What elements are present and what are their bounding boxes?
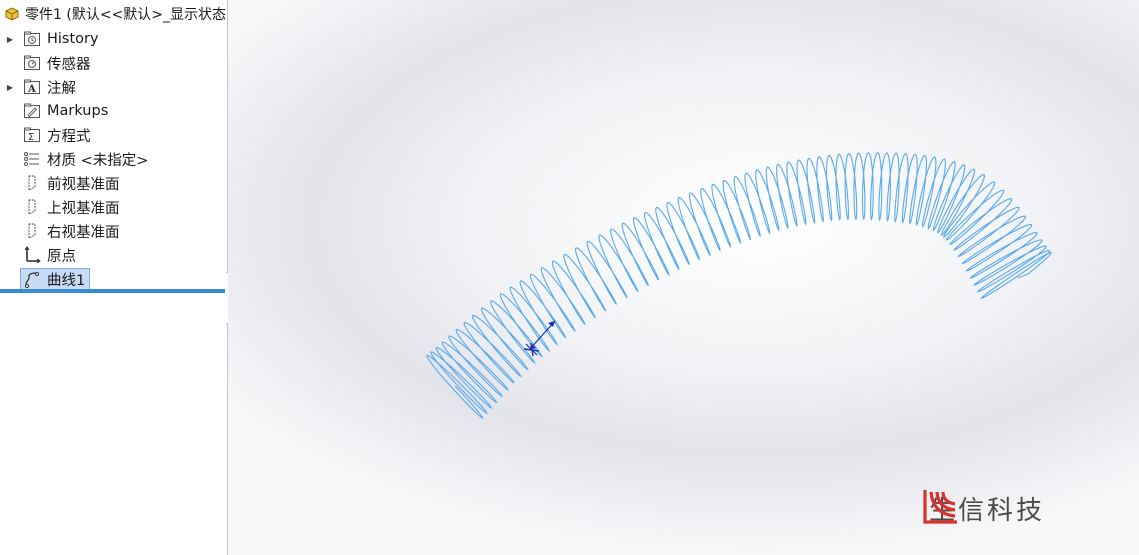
tree-item-top-plane[interactable]: 上视基准面 xyxy=(0,195,227,219)
tree-item-history[interactable]: ▶ History xyxy=(0,27,227,51)
helix-curve[interactable] xyxy=(426,151,1053,420)
tree-item-equations[interactable]: Σ 方程式 xyxy=(0,123,227,147)
tree-item-label: 上视基准面 xyxy=(47,200,120,217)
plane-icon xyxy=(22,197,42,217)
feature-manager-tree: 零件1 (默认<<默认>_显示状态 ▶ History 传感器 ▶ A 注解 M… xyxy=(0,0,228,555)
tree-item-label: 前视基准面 xyxy=(47,176,120,193)
tree-item-label: 材质 <未指定> xyxy=(47,152,149,169)
viewport-canvas xyxy=(426,151,1053,420)
plane-icon xyxy=(22,221,42,241)
tree-item-curve1[interactable]: 曲线1 xyxy=(0,267,227,291)
material-icon xyxy=(22,149,42,169)
solidworks-window: 零件1 (默认<<默认>_显示状态 ▶ History 传感器 ▶ A 注解 M… xyxy=(0,0,1139,555)
part-root-label: 零件1 (默认<<默认>_显示状态 xyxy=(25,7,227,23)
tree-item-label: 右视基准面 xyxy=(47,224,120,241)
history-folder-icon xyxy=(22,29,42,49)
tree-item-annotations[interactable]: ▶ A 注解 xyxy=(0,75,227,99)
tree-item-label: History xyxy=(47,31,99,47)
annotation-icon: A xyxy=(22,77,42,97)
tree-list: ▶ History 传感器 ▶ A 注解 Markups Σ 方程式 材质 <未… xyxy=(0,27,227,291)
tree-item-origin[interactable]: 原点 xyxy=(0,243,227,267)
watermark: 生信科技 xyxy=(923,488,1045,528)
markups-icon xyxy=(22,101,42,121)
equation-icon: Σ xyxy=(22,125,42,145)
tree-item-label: 方程式 xyxy=(47,128,91,145)
tree-item-label: 曲线1 xyxy=(47,272,86,289)
part-root-node[interactable]: 零件1 (默认<<默认>_显示状态 xyxy=(0,4,227,24)
tree-item-label: 传感器 xyxy=(47,56,91,73)
svg-text:A: A xyxy=(27,84,36,95)
tree-item-sensors[interactable]: 传感器 xyxy=(0,51,227,75)
tree-item-right-plane[interactable]: 右视基准面 xyxy=(0,219,227,243)
expand-arrow-icon[interactable]: ▶ xyxy=(6,27,14,51)
tree-item-label: 原点 xyxy=(47,248,76,265)
tree-item-label: 注解 xyxy=(47,80,76,97)
sensor-icon xyxy=(22,53,42,73)
rollback-bar[interactable] xyxy=(0,289,225,293)
svg-text:Σ: Σ xyxy=(28,132,34,143)
tree-item-material[interactable]: 材质 <未指定> xyxy=(0,147,227,171)
tree-item-front-plane[interactable]: 前视基准面 xyxy=(0,171,227,195)
brand-logo-icon xyxy=(923,490,957,524)
expand-arrow-icon[interactable]: ▶ xyxy=(6,75,14,99)
plane-icon xyxy=(22,173,42,193)
origin-icon xyxy=(22,245,42,265)
tree-item-markups[interactable]: Markups xyxy=(0,99,227,123)
tree-item-label: Markups xyxy=(47,103,109,119)
curve-icon xyxy=(22,269,42,289)
part-icon xyxy=(3,5,21,23)
graphics-viewport[interactable]: 生信科技 xyxy=(228,0,1139,555)
